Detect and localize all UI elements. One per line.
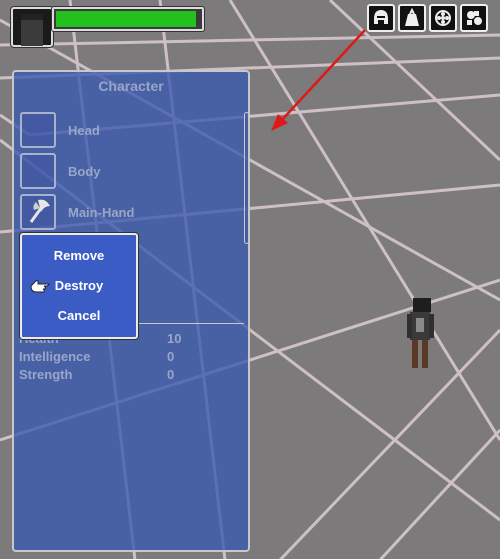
equipment-slot-head[interactable]: Head — [20, 112, 220, 150]
empty-slot-icon[interactable] — [20, 153, 56, 189]
stat-name: Intelligence — [19, 349, 91, 364]
menu-item-remove[interactable]: Remove — [22, 248, 136, 263]
slot-label: Head — [68, 123, 100, 138]
equipment-slot-body[interactable]: Body — [20, 153, 220, 191]
stat-value: 10 — [167, 331, 182, 346]
slot-label: Main-Hand — [68, 205, 135, 220]
item-context-menu: Remove Destroy Cancel — [20, 233, 138, 339]
stats-list: Health 10 Intelligence 0 Strength 0 — [19, 331, 219, 385]
stats-divider — [136, 323, 244, 324]
panel-scrollbar[interactable] — [244, 112, 249, 244]
menu-item-cancel[interactable]: Cancel — [22, 308, 136, 323]
slot-label: Body — [68, 164, 101, 179]
hand-cursor-icon — [30, 280, 50, 293]
stat-value: 0 — [167, 349, 175, 364]
stat-strength: Strength 0 — [19, 367, 219, 385]
stat-value: 0 — [167, 367, 175, 382]
equipment-slot-main-hand[interactable]: Main-Hand — [20, 194, 220, 232]
stat-intelligence: Intelligence 0 — [19, 349, 219, 367]
empty-slot-icon[interactable] — [20, 112, 56, 148]
axe-icon — [29, 199, 50, 223]
panel-title: Character — [98, 78, 164, 94]
stat-name: Strength — [19, 367, 73, 382]
axe-slot[interactable] — [20, 194, 56, 230]
